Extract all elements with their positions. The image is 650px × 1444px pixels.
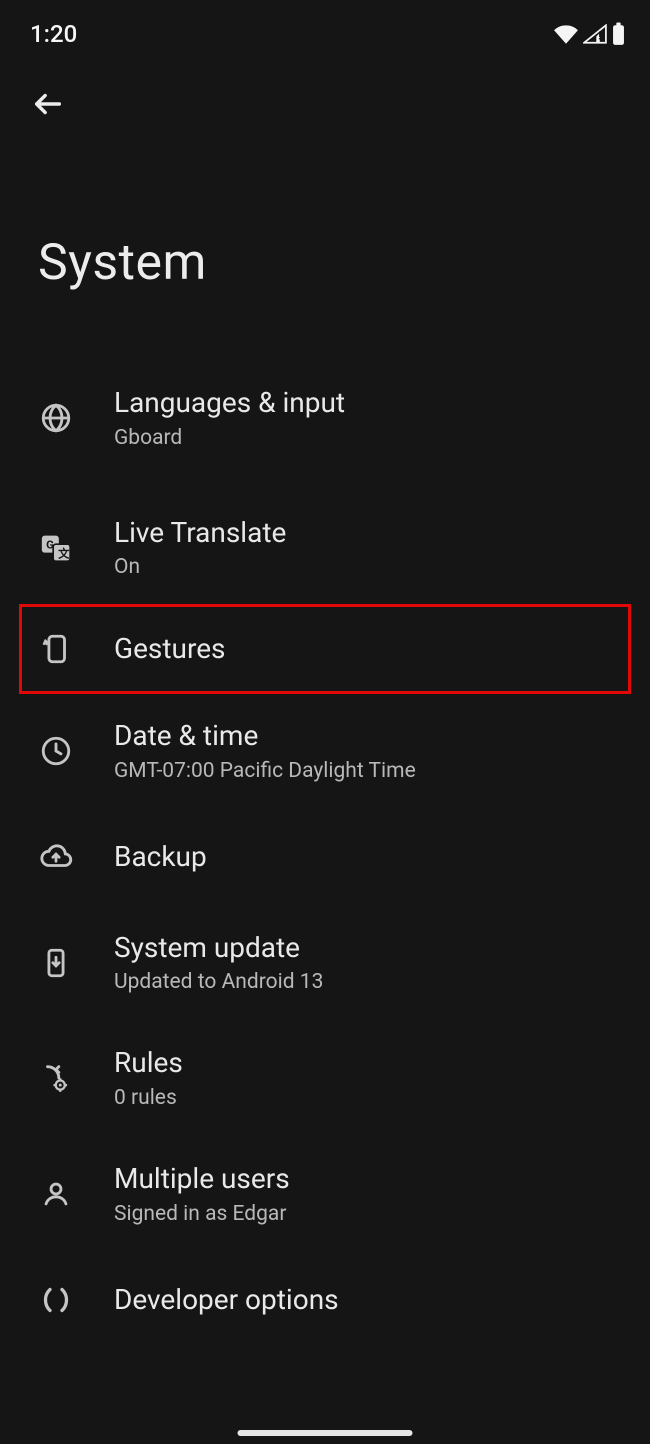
clock-icon <box>38 733 74 769</box>
svg-text:!: ! <box>598 29 601 42</box>
battery-icon <box>611 22 626 46</box>
row-subtitle: Signed in as Edgar <box>114 1202 290 1226</box>
topbar <box>0 56 650 126</box>
row-multiple-users[interactable]: Multiple users Signed in as Edgar <box>0 1136 650 1252</box>
row-title: Gestures <box>114 632 226 666</box>
signal-icon: ! <box>583 24 607 44</box>
row-rules[interactable]: Rules 0 rules <box>0 1020 650 1136</box>
row-backup[interactable]: Backup <box>0 809 650 905</box>
status-icons: ! <box>553 22 626 46</box>
row-live-translate[interactable]: G文 Live Translate On <box>0 490 650 606</box>
row-title: Backup <box>114 840 207 874</box>
row-title: Rules <box>114 1046 183 1080</box>
row-subtitle: GMT-07:00 Pacific Daylight Time <box>114 759 416 783</box>
row-title: Multiple users <box>114 1162 290 1196</box>
row-system-update[interactable]: System update Updated to Android 13 <box>0 905 650 1021</box>
settings-list: Languages & input Gboard G文 Live Transla… <box>0 360 650 1348</box>
row-gestures[interactable]: Gestures <box>20 605 630 693</box>
row-title: Developer options <box>114 1283 339 1317</box>
translate-icon: G文 <box>38 529 74 565</box>
gesture-icon <box>38 631 74 667</box>
developer-icon <box>38 1282 74 1318</box>
arrow-left-icon <box>31 87 65 125</box>
back-button[interactable] <box>28 86 68 126</box>
globe-icon <box>38 400 74 436</box>
status-time: 1:20 <box>30 20 77 48</box>
row-subtitle: 0 rules <box>114 1086 183 1110</box>
backup-icon <box>38 839 74 875</box>
page-title: System <box>0 126 650 292</box>
update-icon <box>38 945 74 981</box>
row-title: Languages & input <box>114 386 345 420</box>
rules-icon <box>38 1060 74 1096</box>
svg-text:文: 文 <box>58 547 70 561</box>
row-title: Live Translate <box>114 516 286 550</box>
row-subtitle: Gboard <box>114 426 345 450</box>
status-bar: 1:20 ! <box>0 0 650 56</box>
row-title: System update <box>114 931 323 965</box>
svg-text:G: G <box>46 538 54 552</box>
row-developer-options[interactable]: Developer options <box>0 1252 650 1348</box>
row-date-time[interactable]: Date & time GMT-07:00 Pacific Daylight T… <box>0 693 650 809</box>
row-title: Date & time <box>114 719 416 753</box>
users-icon <box>38 1176 74 1212</box>
row-subtitle: Updated to Android 13 <box>114 970 323 994</box>
wifi-icon <box>553 24 579 44</box>
row-languages-input[interactable]: Languages & input Gboard <box>0 360 650 476</box>
nav-gesture-bar[interactable] <box>238 1430 413 1436</box>
row-subtitle: On <box>114 555 286 579</box>
